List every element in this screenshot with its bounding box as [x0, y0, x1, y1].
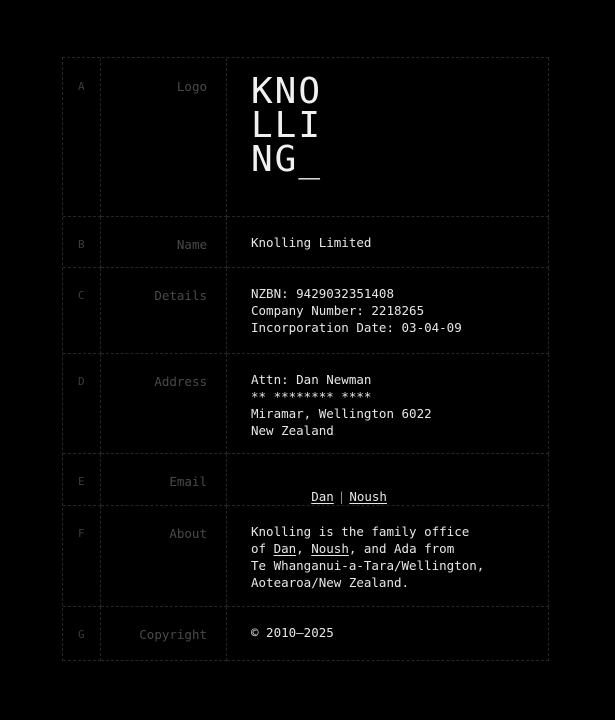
row-letter: G	[63, 607, 101, 661]
address-attn: Attn: Dan Newman	[251, 372, 372, 387]
email-separator: |	[337, 489, 346, 504]
email-dan-link[interactable]: Dan	[311, 489, 334, 504]
incorporation-date: Incorporation Date: 03-04-09	[251, 320, 462, 335]
address-country: New Zealand	[251, 423, 334, 438]
copyright: © 2010–2025	[227, 607, 549, 661]
logo: KNO LLI NG_	[227, 58, 549, 217]
company-number: Company Number: 2218265	[251, 303, 425, 318]
row-about: F About Knolling is the family office of…	[63, 506, 549, 607]
row-letter: A	[63, 58, 101, 217]
company-name: Knolling Limited	[227, 217, 549, 268]
row-letter: E	[63, 454, 101, 506]
about-line-1: Knolling is the family office	[251, 524, 470, 539]
copyright-text: © 2010–2025	[251, 625, 334, 640]
row-copyright: G Copyright © 2010–2025	[63, 607, 549, 661]
about-dan-link[interactable]: Dan	[274, 541, 297, 556]
knolling-wordmark: KNO LLI NG_	[251, 71, 538, 180]
row-logo: A Logo KNO LLI NG_	[63, 58, 549, 217]
logo-line: KNO	[251, 71, 323, 112]
email-links: Dan | Noush	[227, 454, 549, 506]
address-city: Miramar, Wellington 6022	[251, 406, 432, 421]
about-and-ada: , and Ada from	[348, 541, 455, 556]
row-label: Address	[101, 354, 227, 454]
about-comma: ,	[296, 541, 312, 556]
row-label: Name	[101, 217, 227, 268]
logo-line: LLI	[251, 105, 323, 146]
logo-line: NG_	[251, 139, 323, 180]
company-name-text: Knolling Limited	[251, 235, 372, 250]
row-letter: D	[63, 354, 101, 454]
row-letter: C	[63, 268, 101, 354]
about-line-3: Te Whanganui-a-Tara/Wellington,	[251, 558, 485, 573]
about-noush-link[interactable]: Noush	[311, 541, 349, 556]
address-street-masked: ** ******** ****	[251, 389, 372, 404]
row-details: C Details NZBN: 9429032351408 Company Nu…	[63, 268, 549, 354]
row-name: B Name Knolling Limited	[63, 217, 549, 268]
row-label: Logo	[101, 58, 227, 217]
nzbn: NZBN: 9429032351408	[251, 286, 394, 301]
row-label: Email	[101, 454, 227, 506]
company-details: NZBN: 9429032351408 Company Number: 2218…	[227, 268, 549, 354]
row-label: About	[101, 506, 227, 607]
row-email: E Email Dan | Noush	[63, 454, 549, 506]
email-noush-link[interactable]: Noush	[349, 489, 387, 504]
about-line-4: Aotearoa/New Zealand.	[251, 575, 410, 590]
postal-address: Attn: Dan Newman ** ******** **** Mirama…	[227, 354, 549, 454]
row-letter: F	[63, 506, 101, 607]
row-letter: B	[63, 217, 101, 268]
row-label: Details	[101, 268, 227, 354]
info-table: A Logo KNO LLI NG_ B Name Knolling Limit…	[62, 57, 549, 661]
row-address: D Address Attn: Dan Newman ** ******** *…	[63, 354, 549, 454]
row-label: Copyright	[101, 607, 227, 661]
about-of: of	[251, 541, 274, 556]
about-text: Knolling is the family office of Dan, No…	[227, 506, 549, 607]
